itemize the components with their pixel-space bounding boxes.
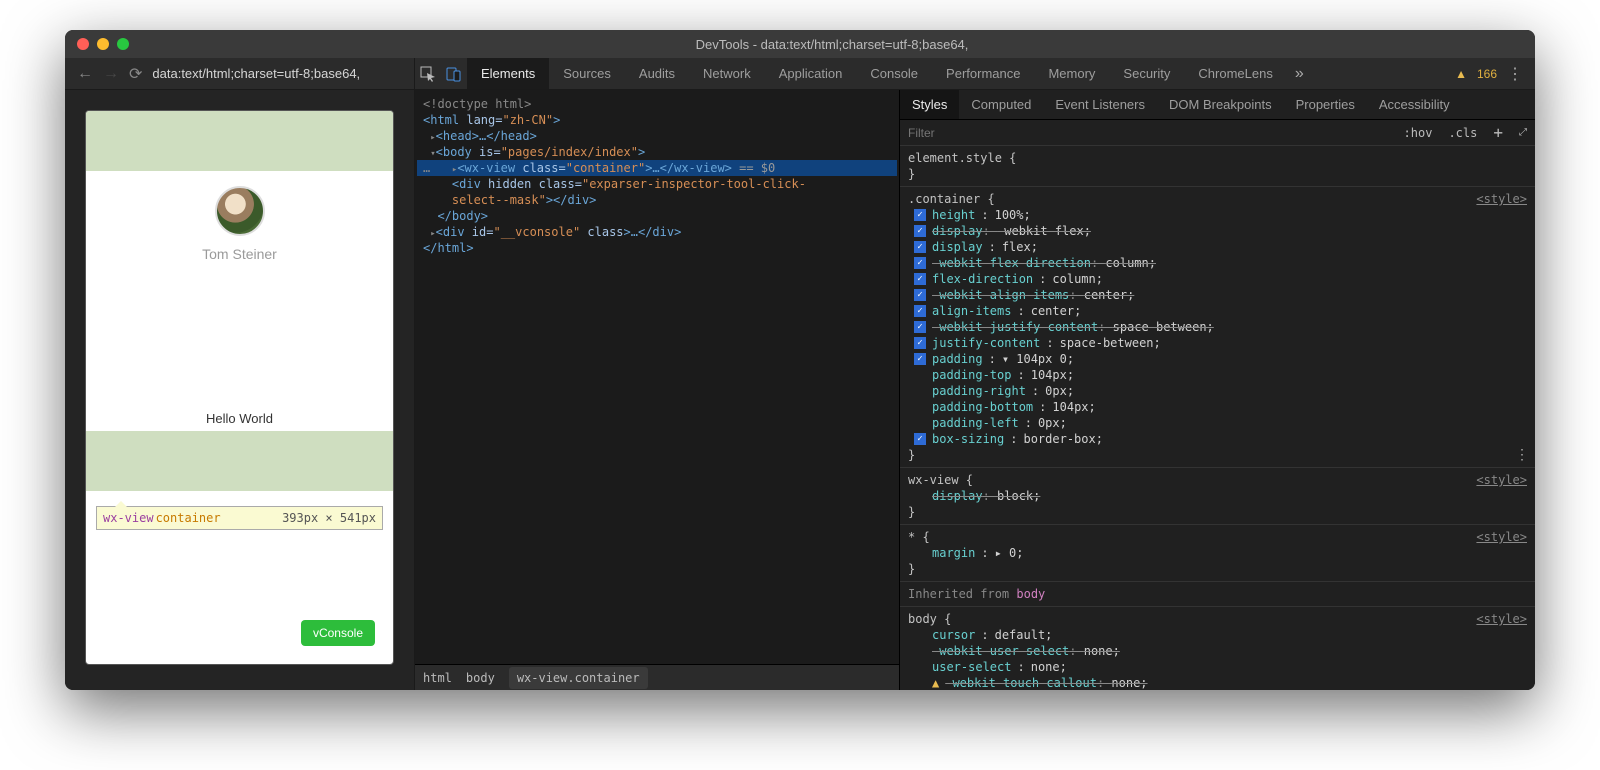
tab-performance[interactable]: Performance bbox=[932, 58, 1034, 89]
css-prop[interactable]: padding-top: 104px; bbox=[908, 367, 1527, 383]
dom-pane: <!doctype html> <html lang="zh-CN"> ▸<he… bbox=[415, 90, 900, 690]
rule-star: * {<style> margin: ▸ 0; } bbox=[900, 525, 1535, 582]
dom-tree[interactable]: <!doctype html> <html lang="zh-CN"> ▸<he… bbox=[415, 90, 899, 664]
tab-sources[interactable]: Sources bbox=[549, 58, 625, 89]
tab-audits[interactable]: Audits bbox=[625, 58, 689, 89]
warning-count[interactable]: 166 bbox=[1477, 67, 1497, 81]
toggle-checkbox[interactable]: ✓ bbox=[914, 257, 926, 269]
css-prop[interactable]: ✓align-items: center; bbox=[908, 303, 1527, 319]
tab-console[interactable]: Console bbox=[856, 58, 932, 89]
titlebar: DevTools - data:text/html;charset=utf-8;… bbox=[65, 30, 1535, 58]
styles-drawer-icon[interactable]: ⤢ bbox=[1511, 127, 1535, 138]
css-prop[interactable]: ✓height: 100%; bbox=[908, 207, 1527, 223]
styles-tabs: StylesComputedEvent ListenersDOM Breakpo… bbox=[900, 90, 1535, 120]
css-prop[interactable]: padding-bottom: 104px; bbox=[908, 399, 1527, 415]
css-prop[interactable]: ▲ -webkit-touch-callout: none; bbox=[908, 675, 1527, 690]
menu-icon[interactable]: ⋮ bbox=[1507, 64, 1523, 84]
cls-toggle[interactable]: .cls bbox=[1440, 126, 1485, 140]
main-tabs: ElementsSourcesAuditsNetworkApplicationC… bbox=[467, 58, 1287, 89]
tab-application[interactable]: Application bbox=[765, 58, 857, 89]
styles-tab-styles[interactable]: Styles bbox=[900, 90, 959, 119]
css-prop[interactable]: ✓flex-direction: column; bbox=[908, 271, 1527, 287]
app-preview[interactable]: Tom Steiner Hello World wx-viewcontainer… bbox=[85, 110, 394, 665]
reload-icon[interactable]: ⟳ bbox=[129, 64, 142, 84]
toggle-checkbox[interactable]: ✓ bbox=[914, 433, 926, 445]
rule-container: .container {<style> ✓height: 100%;✓displ… bbox=[900, 187, 1535, 468]
css-prop[interactable]: ✓box-sizing: border-box; bbox=[908, 431, 1527, 447]
css-prop[interactable]: padding-right: 0px; bbox=[908, 383, 1527, 399]
rule-element-style: element.style { } bbox=[900, 146, 1535, 187]
styles-tab-event-listeners[interactable]: Event Listeners bbox=[1043, 90, 1157, 119]
styles-filter-input[interactable] bbox=[900, 126, 1396, 140]
warning-icon: ▲ bbox=[932, 675, 939, 690]
avatar bbox=[215, 186, 265, 236]
url-field[interactable]: data:text/html;charset=utf-8;base64, bbox=[152, 66, 360, 81]
toggle-checkbox[interactable]: ✓ bbox=[914, 305, 926, 317]
css-prop[interactable]: ✓padding: ▾ 104px 0; bbox=[908, 351, 1527, 367]
hov-toggle[interactable]: :hov bbox=[1396, 126, 1441, 140]
breadcrumb-wxview[interactable]: wx-view.container bbox=[509, 667, 648, 689]
tab-memory[interactable]: Memory bbox=[1034, 58, 1109, 89]
toggle-checkbox[interactable]: ✓ bbox=[914, 209, 926, 221]
rules-list[interactable]: element.style { } .container {<style> ✓h… bbox=[900, 146, 1535, 690]
toggle-checkbox[interactable]: ✓ bbox=[914, 289, 926, 301]
styles-tab-properties[interactable]: Properties bbox=[1284, 90, 1367, 119]
toggle-checkbox[interactable]: ✓ bbox=[914, 225, 926, 237]
devtools-window: DevTools - data:text/html;charset=utf-8;… bbox=[65, 30, 1535, 690]
breadcrumb-html[interactable]: html bbox=[423, 671, 452, 685]
close-icon[interactable] bbox=[77, 38, 89, 50]
toggle-checkbox[interactable]: ✓ bbox=[914, 337, 926, 349]
css-prop[interactable]: cursor: default; bbox=[908, 627, 1527, 643]
tabs-overflow-icon[interactable]: » bbox=[1287, 65, 1312, 83]
new-rule-icon[interactable]: + bbox=[1485, 123, 1511, 142]
rule-wxview: wx-view {<style> display: block; } bbox=[900, 468, 1535, 525]
tab-security[interactable]: Security bbox=[1109, 58, 1184, 89]
toggle-checkbox[interactable]: ✓ bbox=[914, 321, 926, 333]
css-prop[interactable]: padding-left: 0px; bbox=[908, 415, 1527, 431]
device-toggle-icon[interactable] bbox=[441, 58, 467, 89]
user-name: Tom Steiner bbox=[202, 246, 277, 262]
toggle-checkbox[interactable]: ✓ bbox=[914, 241, 926, 253]
toggle-checkbox[interactable]: ✓ bbox=[914, 353, 926, 365]
preview-header-band bbox=[86, 111, 393, 171]
rule-menu-icon[interactable]: ⋮ bbox=[1515, 447, 1529, 463]
styles-pane: StylesComputedEvent ListenersDOM Breakpo… bbox=[900, 90, 1535, 690]
nav-forward-icon[interactable]: → bbox=[103, 65, 119, 83]
css-prop[interactable]: -webkit-user-select: none; bbox=[908, 643, 1527, 659]
preview-lower-band bbox=[86, 431, 393, 491]
nav-back-icon[interactable]: ← bbox=[77, 65, 93, 83]
styles-tab-dom-breakpoints[interactable]: DOM Breakpoints bbox=[1157, 90, 1284, 119]
preview-pane: Tom Steiner Hello World wx-viewcontainer… bbox=[65, 90, 415, 690]
warning-icon[interactable]: ▲ bbox=[1455, 67, 1467, 81]
minimize-icon[interactable] bbox=[97, 38, 109, 50]
main-toolbar: ← → ⟳ data:text/html;charset=utf-8;base6… bbox=[65, 58, 1535, 90]
tab-network[interactable]: Network bbox=[689, 58, 765, 89]
inspect-element-icon[interactable] bbox=[415, 58, 441, 89]
css-prop[interactable]: ✓display: flex; bbox=[908, 239, 1527, 255]
traffic-lights bbox=[77, 38, 129, 50]
nav-group: ← → ⟳ data:text/html;charset=utf-8;base6… bbox=[65, 58, 415, 89]
dom-breadcrumb: html body wx-view.container bbox=[415, 664, 899, 690]
hello-label: Hello World bbox=[86, 411, 393, 426]
window-title: DevTools - data:text/html;charset=utf-8;… bbox=[141, 37, 1523, 52]
breadcrumb-body[interactable]: body bbox=[466, 671, 495, 685]
css-prop[interactable]: ✓-webkit-justify-content: space-between; bbox=[908, 319, 1527, 335]
toggle-checkbox[interactable]: ✓ bbox=[914, 273, 926, 285]
styles-tab-computed[interactable]: Computed bbox=[959, 90, 1043, 119]
css-prop[interactable]: ✓display: -webkit-flex; bbox=[908, 223, 1527, 239]
css-prop[interactable]: ✓justify-content: space-between; bbox=[908, 335, 1527, 351]
inherited-from-label: Inherited from body bbox=[900, 582, 1535, 607]
tab-chromelens[interactable]: ChromeLens bbox=[1184, 58, 1286, 89]
styles-tab-accessibility[interactable]: Accessibility bbox=[1367, 90, 1462, 119]
styles-filter-row: :hov .cls + ⤢ bbox=[900, 120, 1535, 146]
selected-dom-node[interactable]: … ▸<wx-view class="container">…</wx-view… bbox=[417, 160, 897, 176]
tab-elements[interactable]: Elements bbox=[467, 58, 549, 89]
css-prop[interactable]: ✓-webkit-flex-direction: column; bbox=[908, 255, 1527, 271]
vconsole-button[interactable]: vConsole bbox=[301, 620, 375, 646]
inspect-tooltip: wx-viewcontainer 393px × 541px bbox=[96, 506, 383, 530]
zoom-icon[interactable] bbox=[117, 38, 129, 50]
rule-body: body {<style> cursor: default;-webkit-us… bbox=[900, 607, 1535, 690]
css-prop[interactable]: ✓-webkit-align-items: center; bbox=[908, 287, 1527, 303]
css-prop[interactable]: user-select: none; bbox=[908, 659, 1527, 675]
